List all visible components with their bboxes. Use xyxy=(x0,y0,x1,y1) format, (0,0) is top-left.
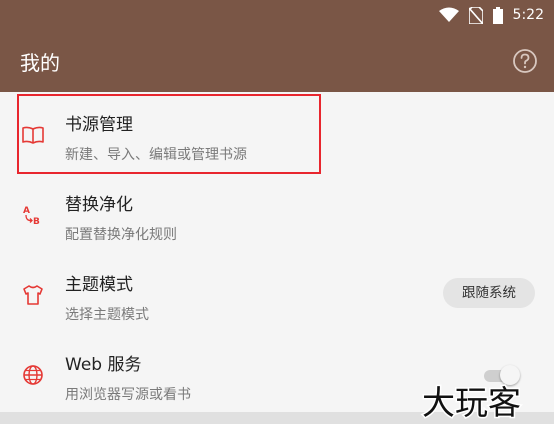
theme-mode-value-chip[interactable]: 跟随系统 xyxy=(443,278,535,308)
wifi-icon xyxy=(438,7,459,23)
watermark-logo: 大玩客 xyxy=(421,382,523,421)
svg-text:A: A xyxy=(23,206,30,216)
svg-text:B: B xyxy=(33,217,40,226)
help-circle-icon xyxy=(513,49,537,73)
globe-icon xyxy=(23,365,43,385)
status-time: 5:22 xyxy=(512,7,544,23)
setting-subtitle: 用浏览器写源或看书 xyxy=(65,387,191,403)
status-bar: 5:22 xyxy=(0,0,554,30)
setting-title: 主题模式 xyxy=(65,275,133,295)
setting-title: Web 服务 xyxy=(65,355,142,375)
setting-title: 替换净化 xyxy=(65,195,133,215)
replace-ab-icon: A B xyxy=(23,206,40,226)
watermark-text: 大玩客 xyxy=(422,383,521,420)
highlight-box xyxy=(17,94,321,174)
help-button[interactable] xyxy=(512,48,538,74)
setting-subtitle: 选择主题模式 xyxy=(65,307,149,323)
setting-item-replace-purify[interactable]: A B 替换净化 配置替换净化规则 xyxy=(0,174,554,254)
page-title: 我的 xyxy=(20,51,60,75)
shirt-icon xyxy=(23,285,43,305)
app-bar: 我的 xyxy=(0,30,554,92)
no-sim-icon xyxy=(468,6,483,24)
setting-subtitle: 配置替换净化规则 xyxy=(65,227,177,243)
status-icons: 5:22 xyxy=(438,5,544,25)
battery-icon xyxy=(492,6,503,24)
